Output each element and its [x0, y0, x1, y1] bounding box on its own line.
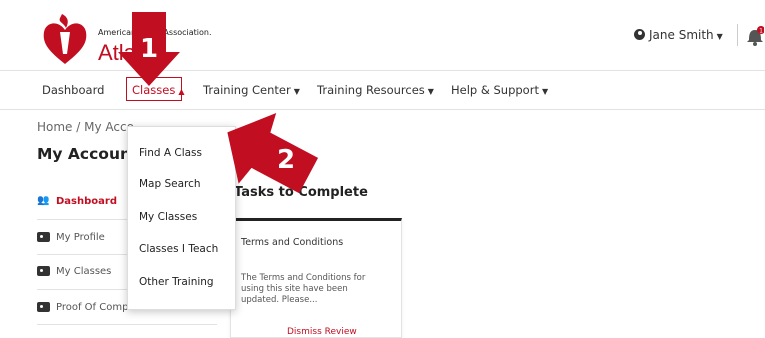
task-card[interactable]: Terms and Conditions The Terms and Condi… [230, 218, 402, 338]
menu-item-other-training[interactable]: Other Training [139, 276, 214, 288]
notification-count: 1 [759, 28, 763, 35]
menu-item-find-a-class[interactable]: Find A Class [139, 147, 202, 159]
header-divider [737, 24, 738, 46]
menu-item-my-classes[interactable]: My Classes [139, 211, 197, 223]
chevron-down-icon: ▼ [427, 87, 434, 96]
chevron-down-icon: ▼ [293, 87, 300, 96]
main-nav: Dashboard Classes ▲ Training Center ▼ Trai… [0, 70, 765, 110]
chevron-up-icon: ▲ [178, 87, 185, 96]
sidebar-item-label: Proof Of Compl [56, 302, 132, 313]
id-card-icon [37, 302, 50, 312]
menu-item-classes-i-teach[interactable]: Classes I Teach [139, 243, 218, 255]
task-card-actions[interactable]: Dismiss Review [287, 327, 357, 337]
nav-dashboard-label: Dashboard [42, 83, 105, 97]
task-card-title: Terms and Conditions [241, 237, 344, 248]
annotation-number-1: 1 [140, 34, 158, 64]
nav-training-center-label: Training Center [203, 83, 291, 97]
annotation-arrow-1: 1 [118, 12, 180, 86]
menu-item-map-search[interactable]: Map Search [139, 178, 201, 190]
nav-help-support[interactable]: Help & Support ▼ [451, 83, 548, 97]
nav-training-resources[interactable]: Training Resources ▼ [317, 83, 434, 97]
user-name: Jane Smith [649, 28, 714, 42]
task-card-description: The Terms and Conditions for using this … [241, 273, 366, 305]
nav-training-resources-label: Training Resources [317, 83, 425, 97]
user-menu[interactable]: Jane Smith ▼ [634, 28, 723, 42]
header: American Heart Association. Atlas Jane S… [0, 0, 765, 70]
chevron-down-icon: ▼ [716, 32, 723, 41]
nav-dashboard[interactable]: Dashboard [42, 83, 104, 97]
nav-help-support-label: Help & Support [451, 83, 539, 97]
annotation-number-2: 2 [277, 145, 295, 175]
chevron-down-icon: ▼ [541, 87, 549, 96]
heart-torch-logo-icon[interactable] [40, 10, 90, 66]
sidebar-item-label: Dashboard [56, 196, 117, 207]
id-card-icon [37, 232, 50, 242]
sidebar-item-label: My Classes [56, 266, 112, 277]
annotation-arrow-2: 2 [227, 113, 318, 194]
page-title: My Account [37, 145, 139, 163]
notification-bell-icon[interactable]: 1 [746, 26, 764, 46]
id-card-icon [37, 266, 50, 276]
users-icon: 👥 [37, 195, 50, 206]
breadcrumb[interactable]: Home / My Acco [37, 120, 134, 134]
sidebar-item-label: My Profile [56, 232, 105, 243]
nav-training-center[interactable]: Training Center ▼ [203, 83, 300, 97]
user-circle-icon [634, 29, 645, 40]
sidebar-divider [37, 324, 217, 325]
